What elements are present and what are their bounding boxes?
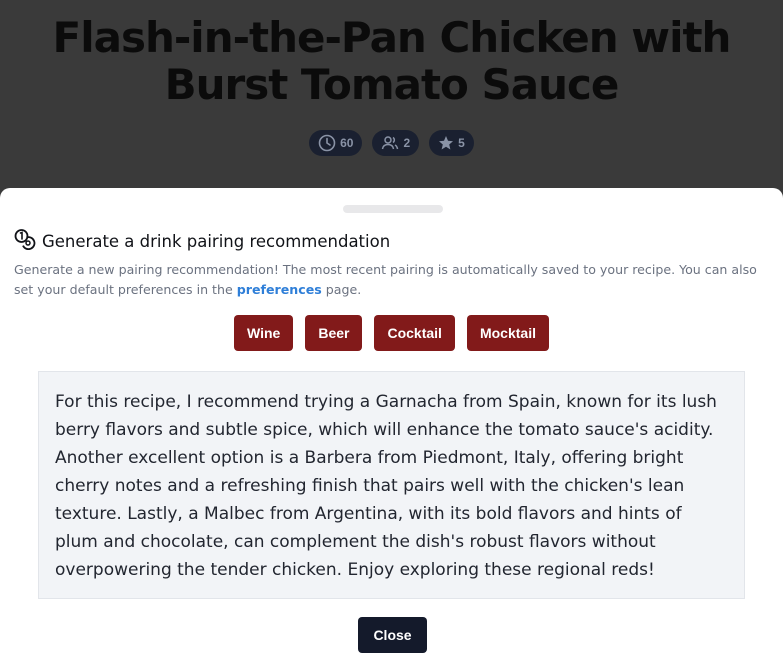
servings-value: 2 xyxy=(403,136,411,150)
rating-badge: 5 xyxy=(429,130,474,156)
drink-pairing-modal: Generate a drink pairing recommendation … xyxy=(0,188,783,668)
pairing-recommendation-box: For this recipe, I recommend trying a Ga… xyxy=(38,371,745,599)
rating-value: 5 xyxy=(458,136,465,150)
modal-title: Generate a drink pairing recommendation xyxy=(42,232,391,251)
beer-button[interactable]: Beer xyxy=(305,315,363,351)
recipe-meta-row: 60 2 5 xyxy=(0,130,783,156)
modal-description: Generate a new pairing recommendation! T… xyxy=(14,260,764,300)
servings-badge: 2 xyxy=(372,130,420,156)
cocktail-button[interactable]: Cocktail xyxy=(374,315,455,351)
prep-time-value: 60 xyxy=(340,136,354,150)
drink-type-buttons: Wine Beer Cocktail Mocktail xyxy=(0,315,783,351)
description-text-end: page. xyxy=(321,282,362,297)
drag-handle[interactable] xyxy=(343,205,443,213)
mocktail-button[interactable]: Mocktail xyxy=(466,315,549,351)
preferences-link[interactable]: preferences xyxy=(237,282,322,297)
close-button[interactable]: Close xyxy=(358,617,427,653)
pairing-recommendation-text: For this recipe, I recommend trying a Ga… xyxy=(55,392,717,580)
users-icon xyxy=(381,134,399,152)
wine-button[interactable]: Wine xyxy=(234,315,294,351)
star-icon xyxy=(438,135,454,151)
prep-time-badge: 60 xyxy=(309,130,363,156)
clock-icon xyxy=(318,134,336,152)
description-text: Generate a new pairing recommendation! T… xyxy=(14,262,757,297)
drink-pairing-icon xyxy=(14,228,36,255)
modal-header: Generate a drink pairing recommendation xyxy=(14,228,390,255)
recipe-title: Flash-in-the-Pan Chicken with Burst Toma… xyxy=(52,13,732,109)
